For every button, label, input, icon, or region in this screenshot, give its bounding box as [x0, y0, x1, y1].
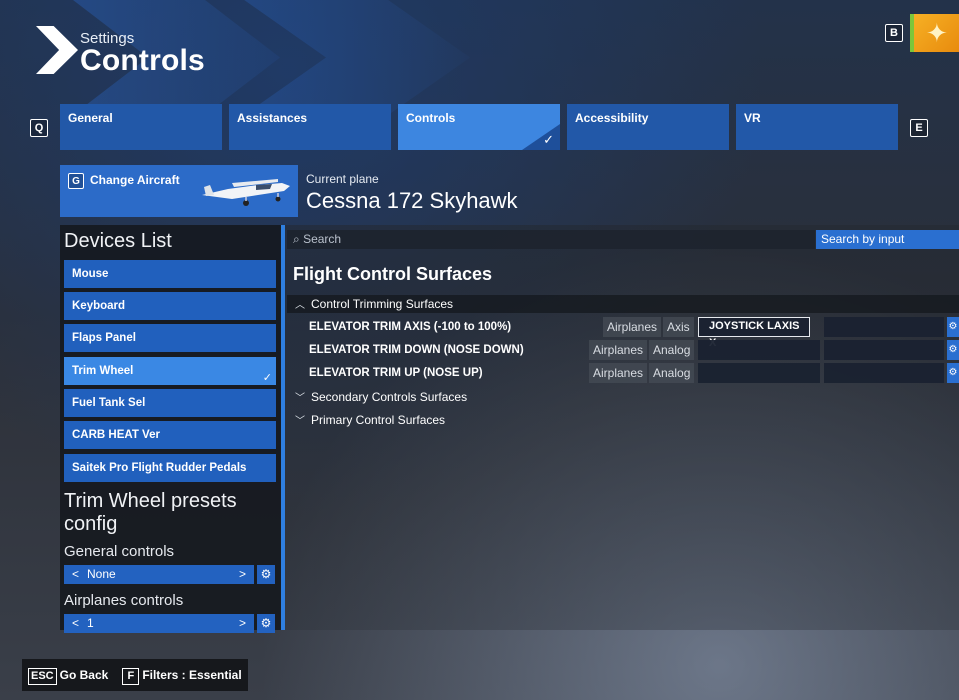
gear-icon[interactable]: ⚙: [947, 363, 959, 383]
tab-general[interactable]: General: [60, 104, 222, 150]
input-slot-1[interactable]: [698, 340, 820, 360]
gear-icon[interactable]: ⚙: [257, 565, 275, 584]
group-header-control-trimming[interactable]: ︿ Control Trimming Surfaces: [287, 295, 959, 313]
devices-list-title: Devices List: [64, 230, 172, 252]
device-item-label: Saitek Pro Flight Rudder Pedals: [72, 462, 247, 474]
header-chevron-decoration: [0, 0, 520, 115]
footer-bar: ESC Go Back F Filters : Essential: [22, 659, 248, 691]
binding-type: Axis: [663, 317, 694, 337]
binding-type: Analog: [649, 363, 695, 383]
chevron-down-icon: ﹀: [295, 393, 305, 404]
check-icon: ✓: [522, 124, 560, 150]
binding-name: ELEVATOR TRIM DOWN (NOSE DOWN): [309, 344, 524, 356]
tab-assistances[interactable]: Assistances: [229, 104, 391, 150]
airplane-icon: [202, 179, 290, 206]
input-slot-1[interactable]: JOYSTICK LAXIS X: [698, 317, 810, 349]
go-back-label: Go Back: [59, 668, 109, 682]
tab-label: Controls: [406, 111, 456, 125]
group-header-secondary-controls[interactable]: ﹀ Secondary Controls Surfaces: [287, 388, 959, 406]
general-controls-value: None: [87, 567, 116, 581]
tab-label: Accessibility: [575, 111, 649, 125]
binding-category: Airplanes: [589, 340, 648, 360]
device-item-label: Fuel Tank Sel: [72, 397, 146, 409]
device-item-label: Mouse: [72, 268, 109, 280]
tab-controls[interactable]: Controls ✓: [398, 104, 560, 150]
general-controls-selector[interactable]: < None >: [64, 565, 254, 584]
tab-label: VR: [744, 111, 761, 125]
chevron-right-icon[interactable]: >: [239, 614, 246, 633]
filters-button[interactable]: F Filters : Essential: [122, 668, 242, 685]
device-item-label: Trim Wheel: [72, 365, 134, 377]
device-item-label: CARB HEAT Ver: [72, 429, 160, 441]
airplanes-controls-label: Airplanes controls: [64, 592, 184, 609]
group-label: Control Trimming Surfaces: [311, 297, 454, 311]
f-key: F: [122, 668, 140, 685]
binding-row[interactable]: ELEVATOR TRIM DOWN (NOSE DOWN) Airplanes…: [287, 340, 959, 360]
device-item-label: Flaps Panel: [72, 332, 136, 344]
current-plane-label: Current plane: [306, 172, 379, 186]
input-slot-2[interactable]: [824, 340, 944, 360]
device-item-mouse[interactable]: Mouse: [64, 260, 276, 288]
check-icon: ✓: [262, 372, 272, 384]
chevron-up-icon: ︿: [295, 300, 305, 311]
go-back-button[interactable]: ESC Go Back: [28, 668, 109, 685]
gear-icon[interactable]: ⚙: [947, 317, 959, 337]
device-item-label: Keyboard: [72, 300, 126, 312]
chevron-left-icon[interactable]: <: [72, 616, 79, 630]
page-title: Controls: [80, 44, 205, 77]
search-icon: ⌕: [293, 232, 300, 246]
chevron-down-icon: ﹀: [295, 416, 305, 427]
search-placeholder: Search: [303, 232, 342, 246]
tab-label: Assistances: [237, 111, 308, 125]
back-key-hint[interactable]: B: [885, 24, 903, 42]
avatar[interactable]: ✦: [910, 14, 959, 52]
tab-vr[interactable]: VR: [736, 104, 898, 150]
input-slot-1[interactable]: [698, 363, 820, 383]
binding-row[interactable]: ELEVATOR TRIM UP (NOSE UP) Airplanes Ana…: [287, 363, 959, 383]
gear-icon[interactable]: ⚙: [947, 340, 959, 360]
tab-accessibility[interactable]: Accessibility: [567, 104, 729, 150]
esc-key: ESC: [28, 668, 57, 685]
chevron-left-icon[interactable]: <: [72, 567, 79, 581]
binding-type: Analog: [649, 340, 695, 360]
change-aircraft-label: Change Aircraft: [90, 173, 180, 188]
next-tab-key[interactable]: E: [910, 119, 928, 137]
avatar-icon: ✦: [926, 18, 948, 48]
section-title: Flight Control Surfaces: [293, 264, 493, 284]
airplanes-controls-selector[interactable]: <1 >: [64, 614, 254, 633]
binding-category: Airplanes: [589, 363, 648, 383]
input-slot-2[interactable]: [824, 317, 944, 337]
airplanes-controls-value: 1: [87, 616, 94, 630]
device-item-flaps-panel[interactable]: Flaps Panel: [64, 324, 276, 352]
filters-label: Filters : Essential: [142, 668, 242, 682]
change-aircraft-key: G: [68, 173, 84, 189]
group-header-primary-controls[interactable]: ﹀ Primary Control Surfaces: [287, 411, 959, 429]
presets-title: Trim Wheel presets config: [64, 490, 237, 535]
binding-name: ELEVATOR TRIM UP (NOSE UP): [309, 367, 483, 379]
group-label: Secondary Controls Surfaces: [311, 390, 468, 404]
prev-tab-key[interactable]: Q: [30, 119, 48, 137]
device-item-keyboard[interactable]: Keyboard: [64, 292, 276, 320]
binding-row[interactable]: ELEVATOR TRIM AXIS (-100 to 100%) Airpla…: [287, 317, 959, 349]
group-label: Primary Control Surfaces: [311, 413, 446, 427]
search-input[interactable]: ⌕ Search: [287, 230, 815, 249]
binding-category: Airplanes: [603, 317, 662, 337]
chevron-right-icon[interactable]: >: [239, 565, 246, 584]
tab-label: General: [68, 111, 113, 125]
current-plane-name: Cessna 172 Skyhawk: [306, 188, 518, 213]
input-slot-2[interactable]: [824, 363, 944, 383]
device-item-carb-heat[interactable]: CARB HEAT Ver: [64, 421, 276, 449]
device-item-rudder-pedals[interactable]: Saitek Pro Flight Rudder Pedals: [64, 454, 276, 482]
device-item-fuel-tank-sel[interactable]: Fuel Tank Sel: [64, 389, 276, 417]
search-by-input-button[interactable]: Search by input: [816, 230, 959, 249]
device-item-trim-wheel[interactable]: Trim Wheel ✓: [64, 357, 276, 385]
binding-name: ELEVATOR TRIM AXIS (-100 to 100%): [309, 321, 512, 333]
general-controls-label: General controls: [64, 543, 175, 560]
gear-icon[interactable]: ⚙: [257, 614, 275, 633]
change-aircraft-button[interactable]: G Change Aircraft: [60, 165, 298, 217]
